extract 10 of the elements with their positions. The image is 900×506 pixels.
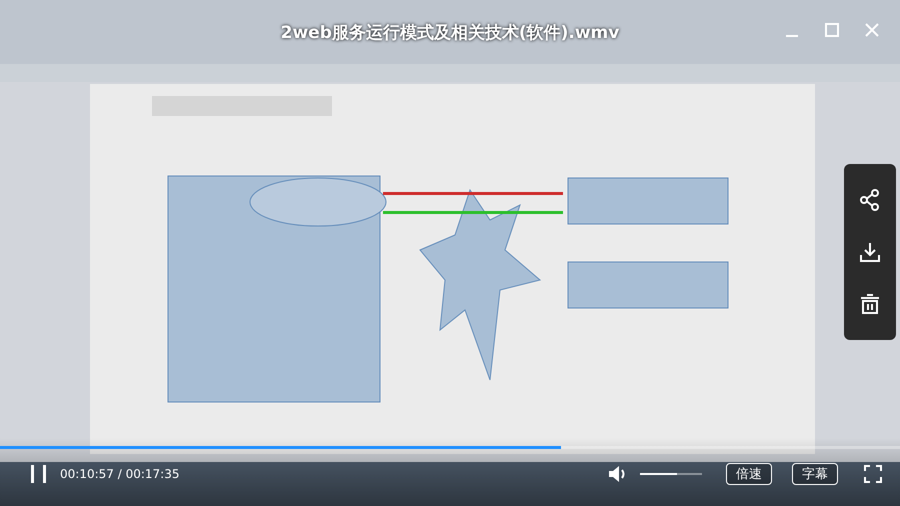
share-icon[interactable] xyxy=(859,189,881,211)
fullscreen-icon[interactable] xyxy=(864,465,882,483)
video-title: 2web服务运行模式及相关技术(软件).wmv xyxy=(280,22,620,44)
playback-time: 00:10:57 / 00:17:35 xyxy=(60,467,180,481)
progress-bar[interactable] xyxy=(0,446,900,449)
delete-icon[interactable] xyxy=(859,293,881,315)
download-icon[interactable] xyxy=(859,241,881,263)
pause-icon[interactable] xyxy=(28,464,48,484)
player-button[interactable]: 字幕 xyxy=(792,463,838,485)
player-button[interactable]: 倍速 xyxy=(726,463,772,485)
